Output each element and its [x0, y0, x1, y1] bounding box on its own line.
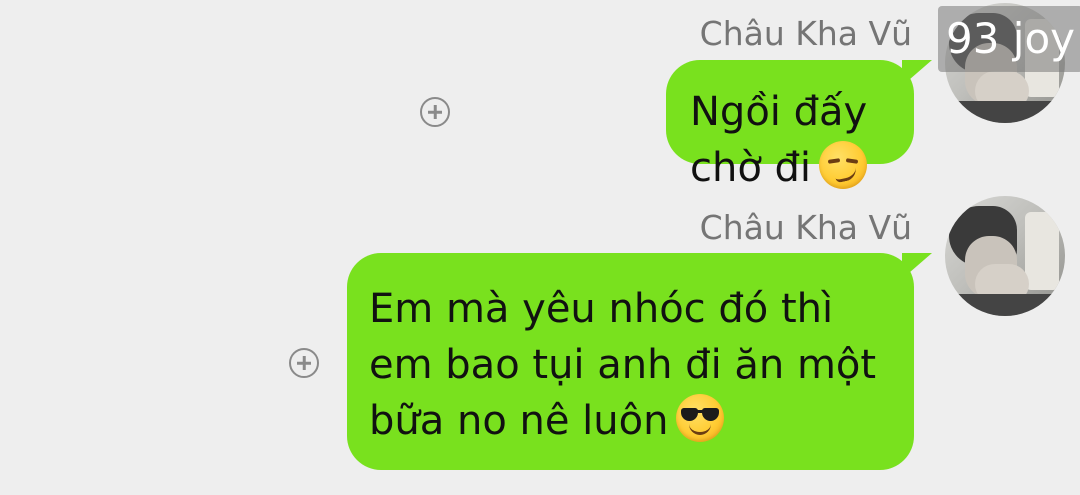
smirking-face-icon [819, 141, 868, 189]
bubble-tail [902, 60, 932, 86]
sunglasses-face-icon [676, 394, 725, 442]
avatar[interactable] [945, 196, 1065, 316]
sender-name: Châu Kha Vũ [699, 208, 912, 247]
add-reaction-button[interactable] [420, 97, 450, 127]
add-reaction-button[interactable] [289, 348, 319, 378]
message-text: Em mà yêu nhóc đó thì em bao tụi anh đi … [369, 286, 877, 444]
chat-thread: Châu Kha Vũ Ngồi đấy chờ đi Châu Kha Vũ … [0, 0, 1080, 495]
message-text: Ngồi đấy chờ đi [690, 89, 880, 191]
sender-name: Châu Kha Vũ [699, 14, 912, 53]
bubble-tail [902, 253, 932, 279]
message-bubble[interactable]: Em mà yêu nhóc đó thì em bao tụi anh đi … [347, 253, 932, 470]
watermark-label: 93 joy [938, 6, 1080, 72]
message-bubble[interactable]: Ngồi đấy chờ đi [666, 60, 932, 191]
